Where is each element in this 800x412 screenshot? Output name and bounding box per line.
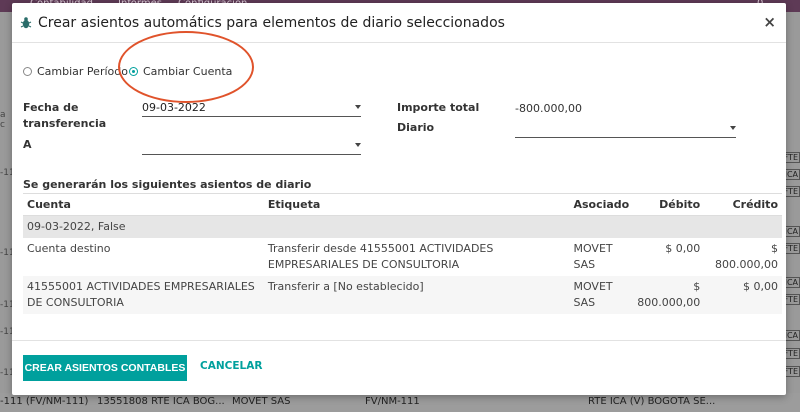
cell-debito: $ 800.000,00 bbox=[633, 276, 705, 314]
background-bottom-row: -111 (FV/NM-111) 13551808 RTE ICA BOG...… bbox=[0, 393, 800, 412]
bg-bottom-cell: MOVET SAS bbox=[232, 396, 291, 407]
dialog-footer: CREAR ASIENTOS CONTABLES CANCELAR bbox=[12, 340, 786, 395]
section-title: Se generarán los siguientes asientos de … bbox=[23, 178, 312, 191]
col-header-cuenta[interactable]: Cuenta bbox=[23, 193, 264, 216]
cancel-button[interactable]: CANCELAR bbox=[200, 360, 262, 372]
background-left-column: a c -11 -11 -11 -11 -11 bbox=[0, 12, 15, 412]
journal-lines-table: Cuenta Etiqueta Asociado Débito Crédito … bbox=[23, 193, 782, 314]
chevron-down-icon bbox=[355, 105, 361, 109]
bug-icon bbox=[20, 17, 32, 29]
cell-credito: $ 0,00 bbox=[704, 276, 782, 314]
table-row[interactable]: Cuenta destino Transferir desde 41555001… bbox=[23, 238, 782, 276]
cell-asociado: MOVET SAS bbox=[569, 276, 634, 314]
fecha-transferencia-field[interactable]: 09-03-2022 bbox=[142, 99, 361, 117]
cell-debito: $ 0,00 bbox=[665, 242, 701, 255]
col-header-debito[interactable]: Débito bbox=[633, 193, 705, 216]
table-row[interactable]: 41555001 ACTIVIDADES EMPRESARIALES DE CO… bbox=[23, 276, 782, 314]
cell-cuenta: 41555001 ACTIVIDADES EMPRESARIALES DE CO… bbox=[23, 276, 264, 314]
col-header-asociado[interactable]: Asociado bbox=[569, 193, 634, 216]
fecha-transferencia-value: 09-03-2022 bbox=[142, 101, 206, 114]
chevron-down-icon bbox=[730, 126, 736, 130]
importe-total-value: -800.000,00 bbox=[515, 102, 582, 115]
table-header-row: Cuenta Etiqueta Asociado Débito Crédito bbox=[23, 193, 782, 216]
chevron-down-icon bbox=[355, 143, 361, 147]
group-label: 09-03-2022, False bbox=[23, 215, 782, 238]
create-entries-button[interactable]: CREAR ASIENTOS CONTABLES bbox=[23, 355, 187, 381]
bg-left-text: a c bbox=[0, 110, 6, 130]
radio-cambiar-periodo[interactable] bbox=[23, 67, 32, 76]
bg-bottom-cell: 13551808 RTE ICA BOG... bbox=[97, 396, 225, 407]
diario-label: Diario bbox=[397, 121, 435, 134]
dialog-header: Crear asientos automátics para elementos… bbox=[12, 3, 786, 43]
dialog-title: Crear asientos automátics para elementos… bbox=[38, 15, 505, 31]
radio-label-cambiar-cuenta[interactable]: Cambiar Cuenta bbox=[143, 65, 232, 78]
diario-field[interactable] bbox=[515, 120, 736, 138]
bg-bottom-cell: FV/NM-111 bbox=[365, 396, 420, 407]
bg-bottom-cell: RTE ICA (V) BOGOTA SE... bbox=[588, 396, 716, 407]
cell-credito: $ 800.000,00 bbox=[715, 242, 778, 271]
col-header-credito[interactable]: Crédito bbox=[704, 193, 782, 216]
a-label: A bbox=[23, 138, 32, 151]
radio-label-cambiar-periodo[interactable]: Cambiar Período bbox=[37, 65, 128, 78]
col-header-etiqueta[interactable]: Etiqueta bbox=[263, 193, 570, 216]
bg-bottom-cell: -111 (FV/NM-111) bbox=[0, 396, 89, 407]
close-button[interactable]: × bbox=[763, 13, 776, 31]
cell-etiqueta: Transferir a [No establecido] bbox=[263, 276, 570, 314]
fecha-transferencia-label: Fecha de transferencia bbox=[23, 101, 107, 130]
cell-etiqueta: Transferir desde 41555001 ACTIVIDADES EM… bbox=[267, 242, 494, 271]
transfer-dialog: Crear asientos automátics para elementos… bbox=[12, 3, 786, 395]
radio-cambiar-cuenta[interactable] bbox=[129, 67, 138, 76]
cell-asociado: MOVET SAS bbox=[573, 242, 613, 271]
a-field[interactable] bbox=[142, 137, 361, 155]
group-row[interactable]: 09-03-2022, False bbox=[23, 215, 782, 238]
importe-total-label: Importe total bbox=[397, 101, 480, 114]
cell-cuenta: Cuenta destino bbox=[27, 242, 111, 255]
